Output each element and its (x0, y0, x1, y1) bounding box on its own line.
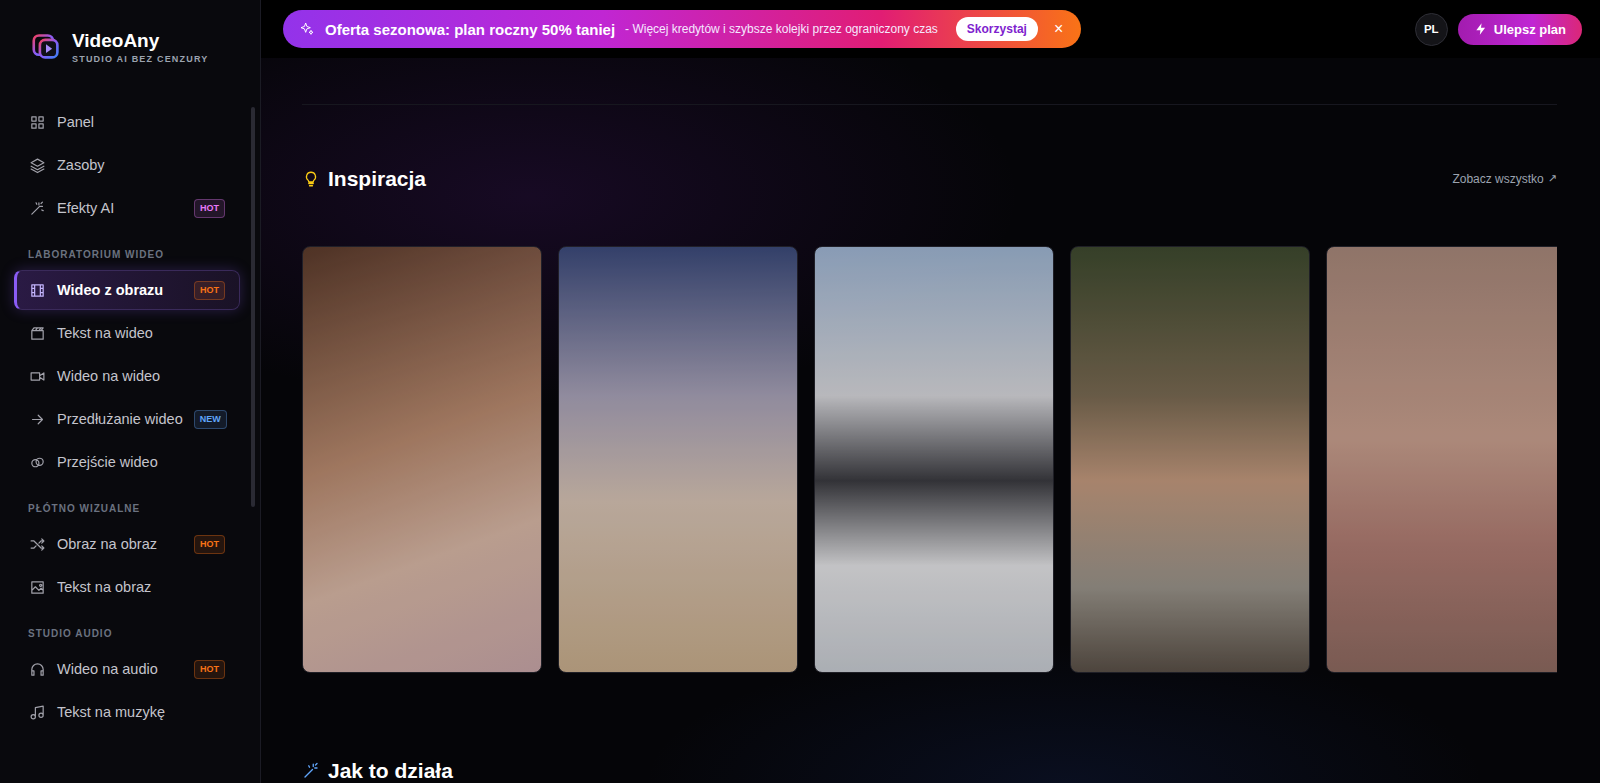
sidebar-item-label: Wideo na audio (57, 661, 183, 677)
sidebar-item[interactable]: Zasoby (14, 145, 240, 185)
sidebar-section-title: LABORATORIUM WIDEO (14, 231, 240, 270)
sidebar-item-label: Tekst na obraz (57, 579, 225, 595)
nav-icon (29, 536, 46, 553)
badge: HOT (194, 660, 225, 679)
nav-icon (29, 661, 46, 678)
nav-icon (29, 282, 46, 299)
banner-close-button[interactable]: × (1048, 20, 1069, 38)
sidebar-item[interactable]: Obraz na obraz HOT (14, 524, 240, 564)
inspiration-card[interactable] (1070, 246, 1310, 673)
nav-icon (29, 200, 46, 217)
section-title: Jak to działa (328, 759, 453, 783)
sidebar-item-label: Efekty AI (57, 200, 183, 216)
nav-icon (29, 368, 46, 385)
badge: HOT (194, 199, 225, 218)
language-button[interactable]: PL (1415, 13, 1448, 46)
sidebar-group: PŁÓTNO WIZUALNE Obraz na obraz HOT Tekst na… (14, 485, 240, 607)
logo-tagline: STUDIO AI BEZ CENZURY (72, 54, 209, 64)
sparkle-icon (299, 21, 315, 37)
logo-icon (32, 32, 60, 60)
bolt-icon (1474, 22, 1488, 36)
badge: HOT (194, 281, 225, 300)
inspiration-card[interactable] (558, 246, 798, 673)
inspiration-card[interactable] (1326, 246, 1557, 673)
nav-icon (29, 579, 46, 596)
sidebar-item-label: Panel (57, 114, 225, 130)
topbar: Oferta sezonowa: plan roczny 50% taniej-… (261, 0, 1600, 58)
sidebar-section-title: STUDIO AUDIO (14, 610, 240, 649)
sidebar-item-label: Wideo na wideo (57, 368, 225, 384)
sidebar-item[interactable]: Efekty AI HOT (14, 188, 240, 228)
nav-icon (29, 157, 46, 174)
sidebar-item[interactable]: Wideo z obrazu HOT (14, 270, 240, 310)
banner-title: Oferta sezonowa: plan roczny 50% taniej (325, 21, 615, 38)
sidebar-item[interactable]: Przedłużanie wideo NEW (14, 399, 240, 439)
section-title: Inspiracja (328, 167, 426, 191)
sidebar-item[interactable]: Przejście wideo (14, 442, 240, 482)
inspiration-gallery (302, 246, 1557, 673)
sidebar-nav: PanelZasobyEfekty AIHOTLABORATORIUM WIDE… (0, 102, 260, 732)
sidebar-scrollbar[interactable] (251, 107, 255, 507)
sidebar-item[interactable]: Tekst na wideo (14, 313, 240, 353)
nav-icon (29, 325, 46, 342)
main: Oferta sezonowa: plan roczny 50% taniej-… (261, 0, 1600, 783)
nav-icon (29, 114, 46, 131)
sidebar-item[interactable]: Wideo na wideo (14, 356, 240, 396)
how-it-works-section: Jak to działa (302, 759, 1557, 783)
lightbulb-icon (302, 170, 320, 188)
arrow-icon: ↗ (1548, 172, 1557, 186)
banner-text: - Więcej kredytów i szybsze kolejki prze… (625, 22, 938, 36)
divider (302, 104, 1557, 105)
inspiration-card[interactable] (814, 246, 1054, 673)
badge: HOT (194, 535, 225, 554)
sidebar-group: Panel Zasoby Efekty AI HOT (14, 102, 240, 228)
magic-icon (302, 762, 320, 780)
sidebar-item-label: Przedłużanie wideo (57, 411, 183, 427)
sidebar-item-label: Zasoby (57, 157, 225, 173)
inspiration-card[interactable] (302, 246, 542, 673)
sidebar-item[interactable]: Panel (14, 102, 240, 142)
content: Inspiracja Zobacz wszystko↗ Jak to działa (261, 58, 1600, 783)
nav-icon (29, 704, 46, 721)
sidebar-item[interactable]: Tekst na obraz (14, 567, 240, 607)
sidebar-item[interactable]: Tekst na muzykę (14, 692, 240, 732)
nav-icon (29, 454, 46, 471)
see-all-link[interactable]: Zobacz wszystko↗ (1452, 172, 1557, 186)
sidebar-item-label: Tekst na wideo (57, 325, 225, 341)
sidebar-section-title: PŁÓTNO WIZUALNE (14, 485, 240, 524)
logo[interactable]: VideoAny STUDIO AI BEZ CENZURY (0, 0, 260, 102)
promo-banner: Oferta sezonowa: plan roczny 50% taniej-… (283, 10, 1081, 48)
sidebar-group: LABORATORIUM WIDEO Wideo z obrazu HOT Tekst… (14, 231, 240, 482)
app-root: VideoAny STUDIO AI BEZ CENZURY Panel Zasoby… (0, 0, 1600, 783)
sidebar-item[interactable]: Wideo na audio HOT (14, 649, 240, 689)
sidebar-item-label: Tekst na muzykę (57, 704, 225, 720)
sidebar-item-label: Wideo z obrazu (57, 282, 183, 298)
sidebar-item-label: Przejście wideo (57, 454, 225, 470)
nav-icon (29, 411, 46, 428)
sidebar: VideoAny STUDIO AI BEZ CENZURY Panel Zasoby… (0, 0, 261, 783)
banner-action-button[interactable]: Skorzystaj (956, 17, 1038, 41)
logo-name: VideoAny (72, 30, 209, 52)
inspiration-section: Inspiracja Zobacz wszystko↗ (302, 166, 1557, 673)
sidebar-item-label: Obraz na obraz (57, 536, 183, 552)
sidebar-group: STUDIO AUDIO Wideo na audio HOT Tekst na mu… (14, 610, 240, 732)
upgrade-button[interactable]: Ulepsz plan (1458, 14, 1582, 45)
badge: NEW (194, 410, 227, 429)
